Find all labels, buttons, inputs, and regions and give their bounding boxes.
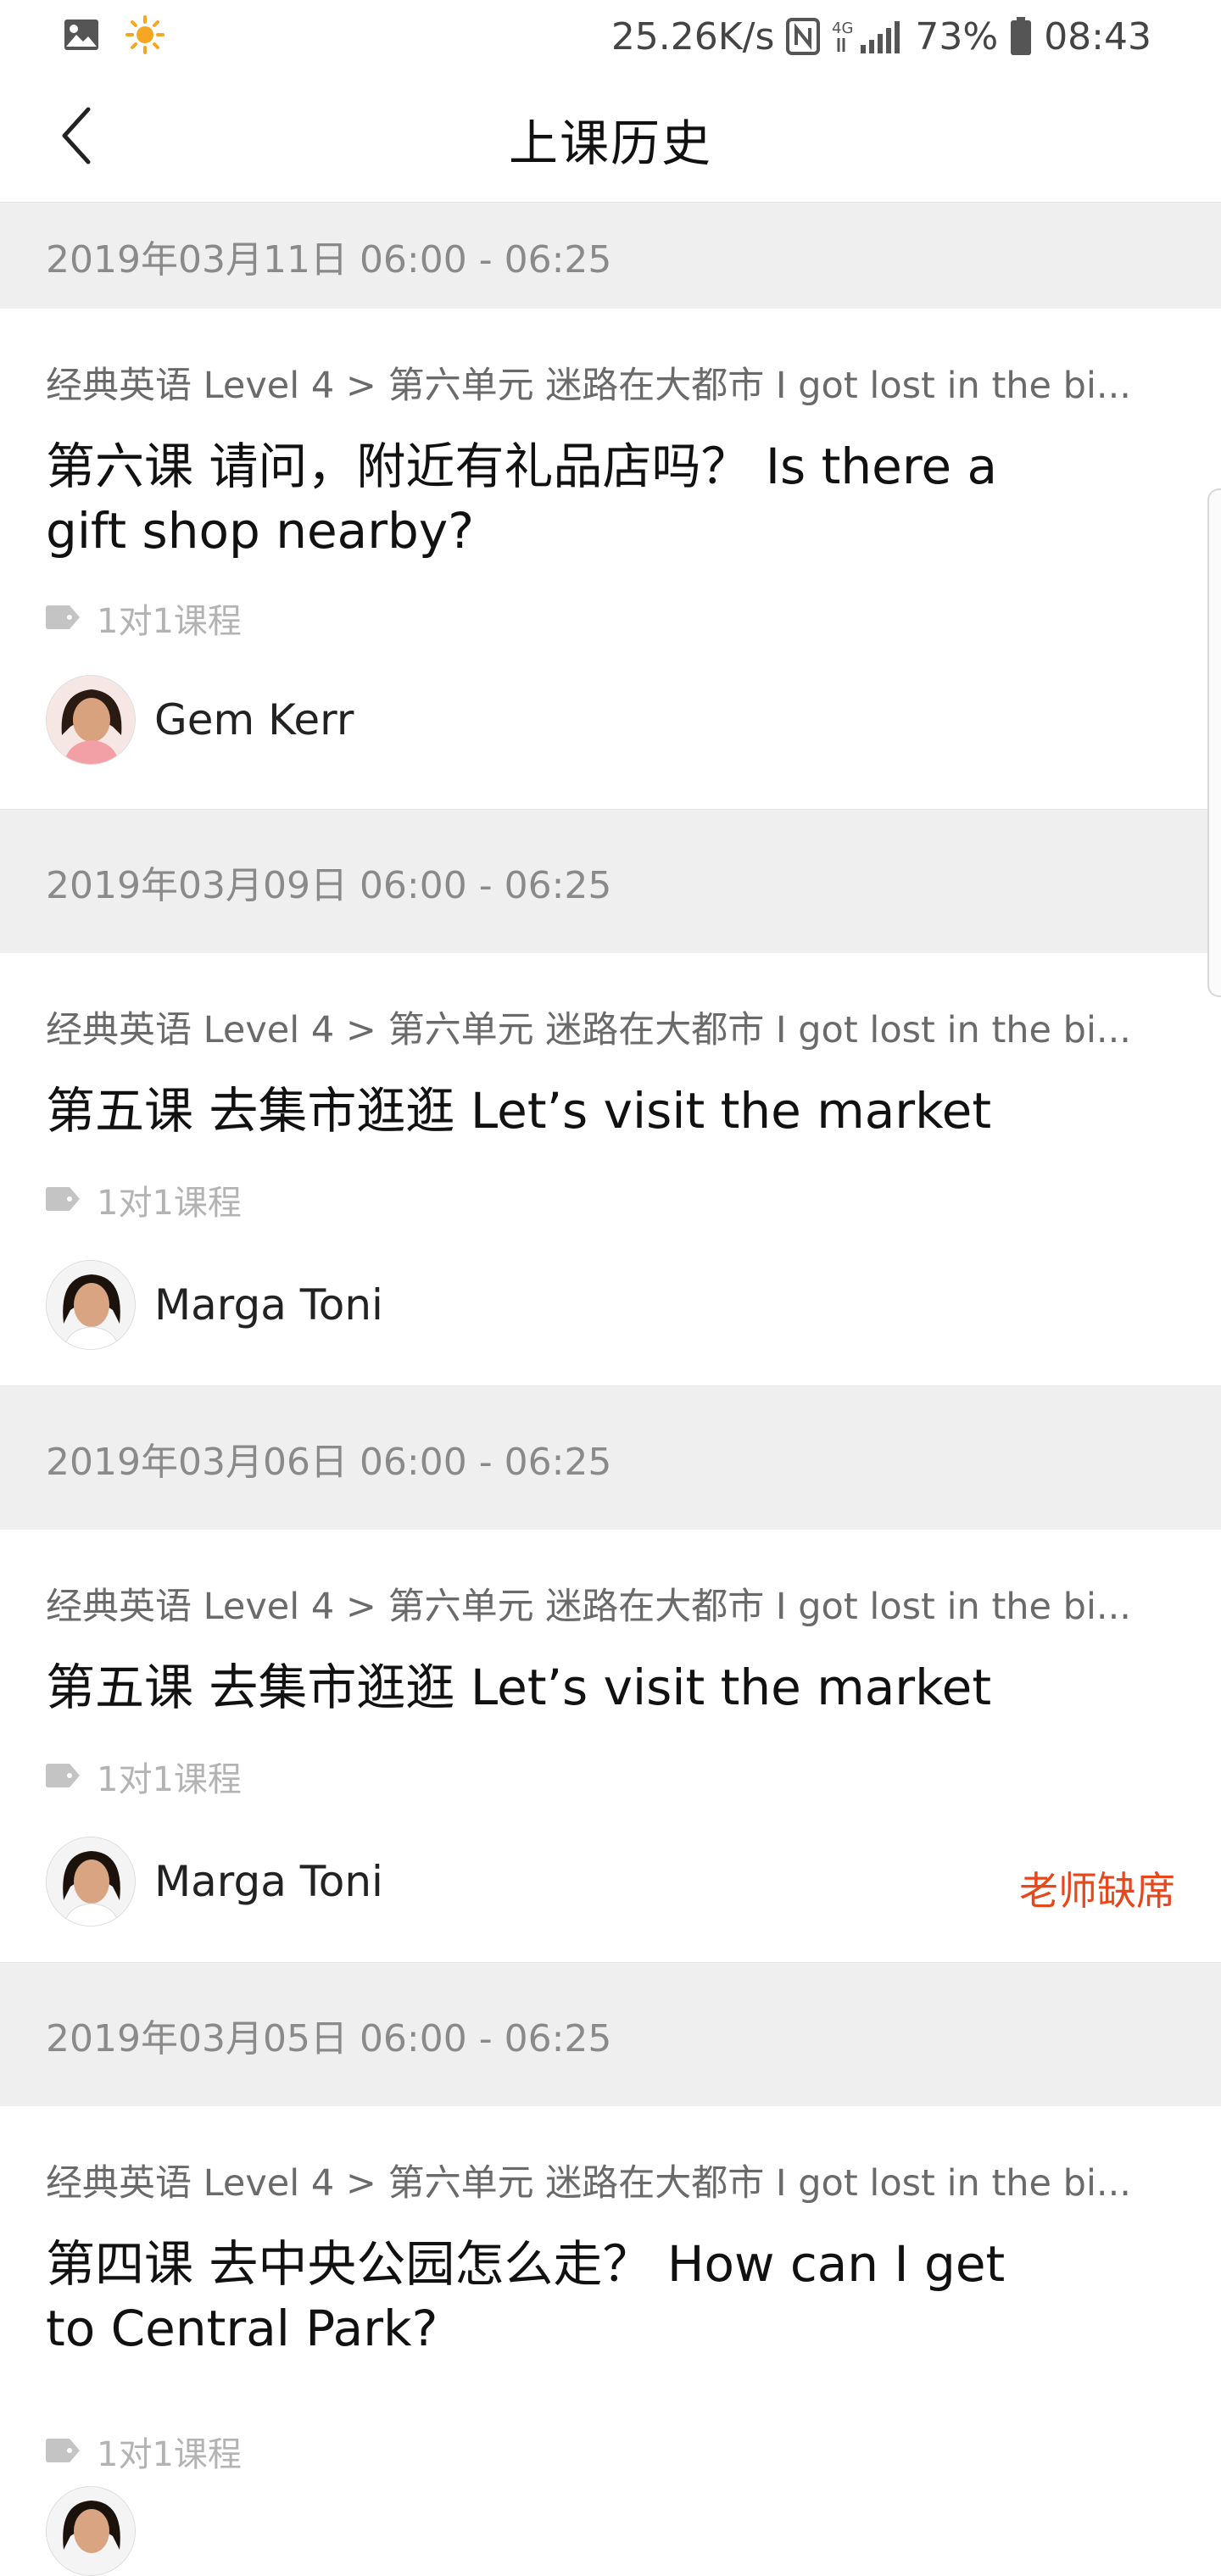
signal-label: 4G <box>832 20 853 37</box>
list-item[interactable]: 经典英语 Level 4 > 第六单元 迷路在大都市 I got lost in… <box>0 2106 1221 2576</box>
teacher-info[interactable]: Gem Kerr <box>46 675 354 765</box>
tag-icon <box>46 1180 80 1219</box>
avatar <box>46 675 136 765</box>
teacher-info[interactable]: Marga Toni <box>46 1837 383 1926</box>
course-path: 经典英语 Level 4 > 第六单元 迷路在大都市 I got lost in… <box>46 2162 1131 2205</box>
nav-bar: 上课历史 <box>0 73 1221 202</box>
course-tag: 1对1课程 <box>46 2427 242 2476</box>
course-tag-label: 1对1课程 <box>97 1760 242 1799</box>
date-header: 2019年03月11日 06:00 - 06:25 <box>0 202 1221 309</box>
lesson-title: 第六课 请问，附近有礼品店吗？ Is there a gift shop nea… <box>46 438 998 560</box>
class-history-list: 2019年03月11日 06:00 - 06:25 经典英语 Level 4 >… <box>0 202 1221 2576</box>
course-tag-label: 1对1课程 <box>97 1184 242 1223</box>
tag-icon <box>46 599 80 638</box>
course-tag-label: 1对1课程 <box>97 602 242 641</box>
date-header: 2019年03月05日 06:00 - 06:25 <box>0 1962 1221 2106</box>
status-bar: 25.26K/s 4G 73% 08:43 <box>0 0 1221 73</box>
scroll-indicator[interactable] <box>1207 488 1221 997</box>
sun-icon <box>125 15 164 58</box>
nfc-icon <box>786 18 821 55</box>
tag-icon <box>46 1757 80 1796</box>
course-tag: 1对1课程 <box>46 1175 242 1224</box>
course-tag: 1对1课程 <box>46 594 242 643</box>
status-badge: 老师缺席 <box>1019 1868 1175 1914</box>
battery-icon <box>1010 17 1032 56</box>
teacher-name: Gem Kerr <box>154 695 354 744</box>
page-title: 上课历史 <box>508 114 712 172</box>
teacher-info[interactable]: Marga Toni <box>46 1260 383 1350</box>
image-icon <box>63 18 100 55</box>
course-tag: 1对1课程 <box>46 1752 242 1801</box>
course-tag-label: 1对1课程 <box>97 2435 242 2474</box>
avatar <box>46 1260 136 1350</box>
course-path: 经典英语 Level 4 > 第六单元 迷路在大都市 I got lost in… <box>46 365 1131 407</box>
teacher-info[interactable] <box>46 2486 136 2576</box>
date-header: 2019年03月06日 06:00 - 06:25 <box>0 1386 1221 1530</box>
lesson-title: 第五课 去集市逛逛 Let’s visit the market <box>46 1082 992 1140</box>
teacher-name: Marga Toni <box>154 1280 383 1330</box>
date-header: 2019年03月09日 06:00 - 06:25 <box>0 809 1221 953</box>
avatar <box>46 2486 136 2576</box>
list-item[interactable]: 经典英语 Level 4 > 第六单元 迷路在大都市 I got lost in… <box>0 953 1221 1386</box>
clock: 08:43 <box>1044 14 1151 59</box>
list-item[interactable]: 经典英语 Level 4 > 第六单元 迷路在大都市 I got lost in… <box>0 309 1221 809</box>
avatar <box>46 1837 136 1926</box>
lesson-title: 第四课 去中央公园怎么走？ How can I get to Central P… <box>46 2235 1006 2357</box>
signal-icon: 4G <box>832 18 903 55</box>
course-path: 经典英语 Level 4 > 第六单元 迷路在大都市 I got lost in… <box>46 1586 1131 1628</box>
course-path: 经典英语 Level 4 > 第六单元 迷路在大都市 I got lost in… <box>46 1009 1131 1051</box>
battery-percent: 73% <box>915 14 999 59</box>
network-speed: 25.26K/s <box>610 14 775 59</box>
tag-icon <box>46 2432 80 2471</box>
list-item[interactable]: 经典英语 Level 4 > 第六单元 迷路在大都市 I got lost in… <box>0 1530 1221 1962</box>
teacher-name: Marga Toni <box>154 1857 383 1906</box>
lesson-title: 第五课 去集市逛逛 Let’s visit the market <box>46 1659 992 1716</box>
